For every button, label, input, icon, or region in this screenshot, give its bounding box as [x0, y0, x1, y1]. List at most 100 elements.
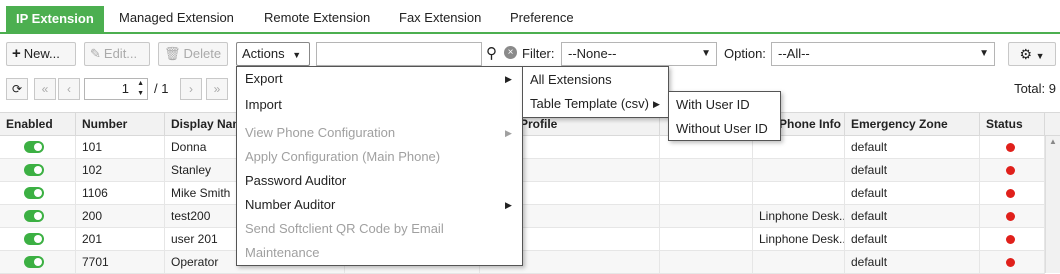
menu-item-number-auditor[interactable]: Number Auditor ▶ — [237, 193, 522, 217]
menu-item-label: Send Softclient QR Code by Email — [245, 221, 444, 236]
caret-down-icon: ▼ — [292, 50, 302, 60]
option-select[interactable]: --All-- ▼ — [771, 42, 995, 66]
export-submenu: All Extensions Table Template (csv) ▶ — [522, 66, 669, 118]
first-page-button[interactable]: « — [34, 78, 56, 100]
column-number[interactable]: Number — [76, 113, 165, 137]
page-input[interactable]: 1 ▲ ▼ — [84, 78, 148, 100]
menu-item-label: Password Auditor — [245, 173, 347, 188]
edit-button[interactable]: ✎ Edit... — [84, 42, 150, 66]
enabled-toggle[interactable] — [24, 187, 44, 199]
status-dot — [1006, 212, 1015, 221]
cell-emergency-zone: default — [845, 251, 980, 274]
new-button-label: New... — [23, 46, 60, 61]
refresh-icon: ⟳ — [11, 82, 23, 96]
edit-icon: ✎ — [90, 46, 101, 61]
actions-button[interactable]: Actions ▼ — [236, 42, 310, 66]
refresh-button[interactable]: ⟳ — [6, 78, 28, 100]
cell-emergency-zone: default — [845, 159, 980, 182]
status-dot — [1006, 166, 1015, 175]
chevron-right-icon: ▶ — [505, 200, 512, 210]
tab-managed-extension[interactable]: Managed Extension — [119, 6, 234, 30]
cell-number: 201 — [76, 228, 165, 251]
option-label: Option: — [724, 46, 766, 61]
actions-button-label: Actions — [242, 46, 285, 61]
option-select-value: --All-- — [778, 46, 810, 61]
menu-item-label: Number Auditor — [245, 197, 336, 212]
menu-item-with-user-id[interactable]: With User ID — [669, 93, 780, 117]
gear-icon: ⚙ — [1019, 46, 1032, 62]
cell-phone-info: Linphone Desk... — [753, 205, 845, 228]
chevron-down-icon: ▼ — [701, 48, 711, 59]
filter-select[interactable]: --None-- ▼ — [561, 42, 717, 66]
cell-emergency-zone: default — [845, 136, 980, 159]
search-icon[interactable]: ⚲ — [486, 45, 497, 62]
chevron-right-icon: ▶ — [505, 74, 512, 84]
menu-item-label: View Phone Configuration — [245, 125, 396, 140]
status-dot — [1006, 235, 1015, 244]
status-dot — [1006, 258, 1015, 267]
enabled-toggle[interactable] — [24, 164, 44, 176]
double-chevron-right-icon: » — [213, 82, 221, 96]
new-button[interactable]: + New... — [6, 42, 76, 66]
delete-button-label: Delete — [183, 46, 222, 61]
menu-item-maintenance[interactable]: Maintenance — [237, 241, 522, 265]
trash-icon: 🗑 — [164, 46, 181, 61]
settings-button[interactable]: ⚙ ▼ — [1008, 42, 1056, 66]
search-input[interactable] — [316, 42, 482, 66]
cell-phone-info — [753, 251, 845, 274]
menu-item-send-softclient-qr[interactable]: Send Softclient QR Code by Email — [237, 217, 522, 241]
column-status[interactable]: Status — [980, 113, 1045, 137]
cell-number: 101 — [76, 136, 165, 159]
menu-item-without-user-id[interactable]: Without User ID — [669, 117, 780, 141]
menu-item-label: Table Template (csv) — [530, 96, 649, 111]
column-display-name[interactable]: Display Name — [165, 113, 247, 137]
cell-number: 1106 — [76, 182, 165, 205]
menu-item-table-template[interactable]: Table Template (csv) ▶ — [523, 92, 668, 116]
page-count: / 1 — [154, 81, 169, 96]
cell-emergency-zone: default — [845, 205, 980, 228]
caret-down-icon: ▼ — [1035, 51, 1045, 61]
prev-page-button[interactable]: ‹ — [58, 78, 80, 100]
menu-item-label: Export — [245, 71, 283, 86]
status-dot — [1006, 189, 1015, 198]
last-page-button[interactable]: » — [206, 78, 228, 100]
chevron-left-icon: ‹ — [67, 82, 71, 96]
scroll-up-icon[interactable]: ▲ — [1046, 136, 1060, 148]
cell-emergency-zone: default — [845, 182, 980, 205]
tab-ip-extension[interactable]: IP Extension — [6, 6, 104, 32]
spinner-icon[interactable]: ▲ ▼ — [137, 79, 144, 99]
enabled-toggle[interactable] — [24, 141, 44, 153]
menu-item-password-auditor[interactable]: Password Auditor — [237, 169, 522, 193]
enabled-toggle[interactable] — [24, 210, 44, 222]
menu-item-all-extensions[interactable]: All Extensions — [523, 68, 668, 92]
column-emergency-zone[interactable]: Emergency Zone — [845, 113, 980, 137]
enabled-toggle[interactable] — [24, 256, 44, 268]
cell-number: 200 — [76, 205, 165, 228]
vertical-scrollbar[interactable]: ▲ — [1045, 136, 1060, 273]
menu-item-label: Apply Configuration (Main Phone) — [245, 149, 441, 164]
cell-phone-info: Linphone Desk... — [753, 228, 845, 251]
menu-item-import[interactable]: Import — [237, 93, 522, 117]
cell-phone-info — [753, 159, 845, 182]
menu-item-apply-configuration[interactable]: Apply Configuration (Main Phone) — [237, 145, 522, 169]
tab-fax-extension[interactable]: Fax Extension — [399, 6, 481, 30]
tab-preference[interactable]: Preference — [510, 6, 574, 30]
plus-icon: + — [12, 45, 21, 62]
tab-remote-extension[interactable]: Remote Extension — [264, 6, 370, 30]
filter-select-value: --None-- — [568, 46, 617, 61]
clear-icon[interactable]: × — [504, 46, 517, 59]
actions-menu: Export ▶ Import View Phone Configuration… — [236, 66, 523, 266]
enabled-toggle[interactable] — [24, 233, 44, 245]
menu-item-view-phone-configuration[interactable]: View Phone Configuration ▶ — [237, 121, 522, 145]
cell-emergency-zone: default — [845, 228, 980, 251]
menu-item-export[interactable]: Export ▶ — [237, 67, 522, 91]
delete-button[interactable]: 🗑 Delete — [158, 42, 228, 66]
status-dot — [1006, 143, 1015, 152]
double-chevron-left-icon: « — [41, 82, 49, 96]
chevron-right-icon: › — [189, 82, 193, 96]
column-enabled[interactable]: Enabled — [0, 113, 76, 137]
next-page-button[interactable]: › — [180, 78, 202, 100]
total-count: Total: 9 — [1014, 81, 1056, 96]
chevron-right-icon: ▶ — [653, 99, 660, 109]
menu-item-label: Import — [245, 97, 282, 112]
